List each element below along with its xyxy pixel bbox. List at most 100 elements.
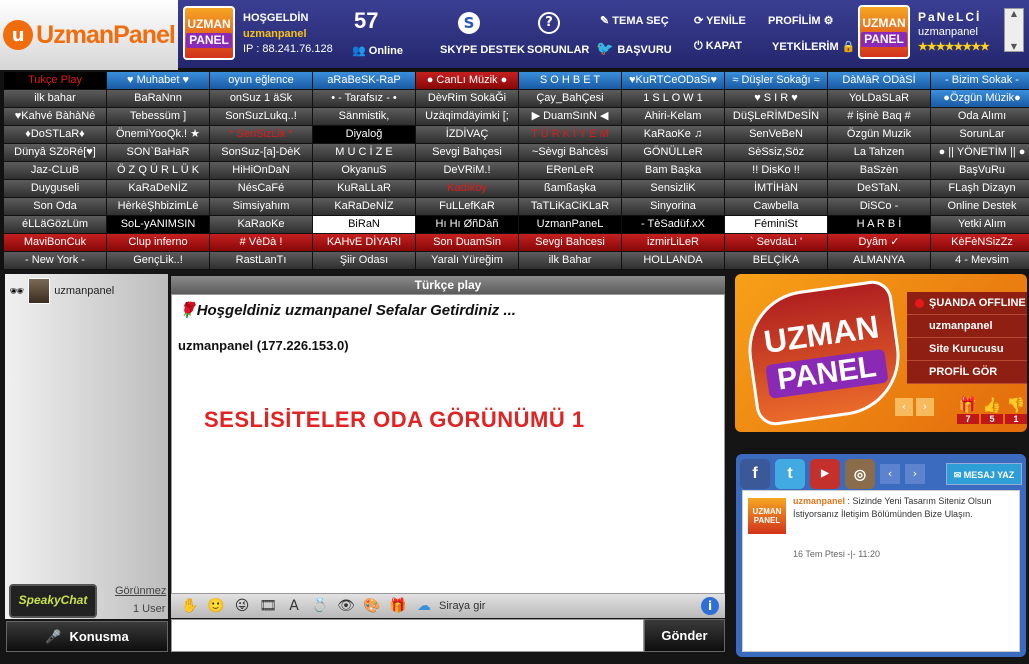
help-icon[interactable]: ? (538, 12, 560, 34)
write-message-button[interactable]: ✉ MESAJ YAZ (946, 463, 1022, 485)
room-button[interactable]: !! DisKo !! (725, 162, 827, 179)
room-button[interactable]: Tebessüm ] (107, 108, 209, 125)
room-button[interactable]: Ö Z Q Ü R L Ü K (107, 162, 209, 179)
room-button[interactable]: İMTİHàN (725, 180, 827, 197)
queue-button[interactable]: Siraya gir (439, 600, 485, 612)
room-button[interactable]: Uzäqimdäyimki [; (416, 108, 518, 125)
room-button[interactable]: ~Sèvgi Bahcèsi (519, 144, 621, 161)
room-button[interactable]: SenVeBeN (725, 126, 827, 143)
send-button[interactable]: Gönder (644, 619, 725, 652)
room-button[interactable]: oyun eğlence (210, 72, 312, 89)
room-button[interactable]: S O H B E T (519, 72, 621, 89)
room-button[interactable]: BELÇİKA (725, 252, 827, 269)
room-button[interactable]: Bam Başka (622, 162, 724, 179)
room-button[interactable]: KaRaoKe ♫ (622, 126, 724, 143)
room-button[interactable]: Yaralı Yüreğim (416, 252, 518, 269)
yenile-button[interactable]: ⟳ YENİLE (694, 14, 746, 27)
room-button[interactable]: SorunLar (931, 126, 1029, 143)
room-button[interactable]: * SenSizLik * (210, 126, 312, 143)
room-button[interactable]: RastLanTı (210, 252, 312, 269)
room-button[interactable]: YoLDaSLaR (828, 90, 930, 107)
room-button[interactable]: Ahiri-Kelam (622, 108, 724, 125)
room-button[interactable]: İZDİVAÇ (416, 126, 518, 143)
room-button[interactable]: H A R B İ (828, 216, 930, 233)
room-button[interactable]: Sänmistik, (313, 108, 415, 125)
room-button[interactable]: - New York - (4, 252, 106, 269)
skype-icon[interactable]: S (458, 12, 480, 34)
smiley-icon[interactable]: 🙂 (203, 598, 229, 614)
yetkilerim-button[interactable]: YETKİLERİM 🔒 (772, 40, 855, 53)
scroll-up-icon[interactable]: ▲ (1011, 9, 1017, 18)
invisible-toggle[interactable]: Görünmez (115, 585, 166, 597)
room-button[interactable]: FéminiSt (725, 216, 827, 233)
room-button[interactable]: DàMàR ODàSİ (828, 72, 930, 89)
room-button[interactable]: GençLik..! (107, 252, 209, 269)
like-stat[interactable]: 👍 5 (981, 396, 1003, 424)
room-button[interactable]: ßamßaşka (519, 180, 621, 197)
youtube-icon[interactable]: ▶ (810, 459, 840, 489)
profilim-button[interactable]: PROFİLİM ⚙ (768, 14, 833, 27)
gift-icon[interactable]: 🎁 (385, 598, 411, 614)
room-button[interactable]: SON`BaHaR (107, 144, 209, 161)
feed-user[interactable]: uzmanpanel (793, 496, 845, 506)
room-button[interactable]: ♥Kahvé BàhàNé (4, 108, 106, 125)
room-button[interactable]: Online Destek (931, 198, 1029, 215)
room-button[interactable]: ÖnemiYooQk.! ★ (107, 126, 209, 143)
room-button[interactable]: Sinyorina (622, 198, 724, 215)
room-button[interactable]: • - Tarafsız - • (313, 90, 415, 107)
tema-button[interactable]: ✎ TEMA SEÇ (600, 14, 669, 27)
social-prev-icon[interactable]: ‹ (880, 464, 900, 484)
info-icon[interactable]: i (701, 597, 719, 615)
room-button[interactable]: # VèDà ! (210, 234, 312, 251)
room-button[interactable]: M U C İ Z E (313, 144, 415, 161)
room-button[interactable]: BaRaNnn (107, 90, 209, 107)
room-button[interactable]: SoL-yANIMSIN (107, 216, 209, 233)
room-button[interactable]: Hı Hı ØñDàñ (416, 216, 518, 233)
room-button[interactable]: ♥ S I R ♥ (725, 90, 827, 107)
room-button[interactable]: ●Özgün Müzik● (931, 90, 1029, 107)
room-button[interactable]: FuLLefKaR (416, 198, 518, 215)
speakychat-logo[interactable]: SpeakyChat (9, 584, 97, 618)
room-button[interactable]: ♥ Muhabet ♥ (107, 72, 209, 89)
room-button[interactable]: ♥KuRTCeODaSı♥ (622, 72, 724, 89)
room-button[interactable]: ilk bahar (4, 90, 106, 107)
basvuru-button[interactable]: 🐦 BAŞVURU (596, 40, 672, 57)
room-button[interactable]: aRaBeSK-RaP (313, 72, 415, 89)
room-button[interactable]: Oda Alımı (931, 108, 1029, 125)
room-button[interactable]: Tukçe Play (4, 72, 106, 89)
room-button[interactable]: FLaşh Dizayn (931, 180, 1029, 197)
header-scroll[interactable]: ▲ ▼ (1004, 8, 1024, 52)
room-button[interactable]: - Bizim Sokak - (931, 72, 1029, 89)
room-button[interactable]: KuRaLLaR (313, 180, 415, 197)
room-button[interactable]: Dünyâ SZöRé[♥] (4, 144, 106, 161)
room-button[interactable]: OkyanuS (313, 162, 415, 179)
room-button[interactable]: Jaz-CLuB (4, 162, 106, 179)
room-button[interactable]: ALMANYA (828, 252, 930, 269)
room-button[interactable]: ≈ Düşler Sokağı ≈ (725, 72, 827, 89)
room-button[interactable]: ERenLeR (519, 162, 621, 179)
room-button[interactable]: SèSsiz,Söz (725, 144, 827, 161)
room-button[interactable]: DeVRiM.! (416, 162, 518, 179)
scroll-down-icon[interactable]: ▼ (1011, 42, 1017, 51)
room-button[interactable]: onSuz 1 äSk (210, 90, 312, 107)
room-button[interactable]: BiRaN (313, 216, 415, 233)
social-next-icon[interactable]: › (905, 464, 925, 484)
sorunlar-button[interactable]: SORUNLAR (527, 44, 589, 56)
room-button[interactable]: ● || YÖNETİM || ● (931, 144, 1029, 161)
room-button[interactable]: BaşVuRu (931, 162, 1029, 179)
room-button[interactable]: TaTLiKaCiKLaR (519, 198, 621, 215)
room-button[interactable]: Cawbella (725, 198, 827, 215)
room-button[interactable]: Clup inferno (107, 234, 209, 251)
room-button[interactable]: 4 - Mevsim (931, 252, 1029, 269)
room-button[interactable]: KaRaDeNİZ (107, 180, 209, 197)
room-button[interactable]: UzmanPaneL (519, 216, 621, 233)
room-button[interactable]: DeSTaN. (828, 180, 930, 197)
room-button[interactable]: BaSzèn (828, 162, 930, 179)
user-list-item[interactable]: 🕶 uzmanpanel (9, 278, 114, 304)
instagram-icon[interactable]: ◎ (845, 459, 875, 489)
ring-icon[interactable]: 💍 (307, 598, 333, 614)
film-icon[interactable]: 🎞 (255, 598, 281, 614)
hand-icon[interactable]: ✋ (177, 598, 203, 614)
room-button[interactable]: DüŞLeRİMDeSİN (725, 108, 827, 125)
room-button[interactable]: Simsiyahım (210, 198, 312, 215)
